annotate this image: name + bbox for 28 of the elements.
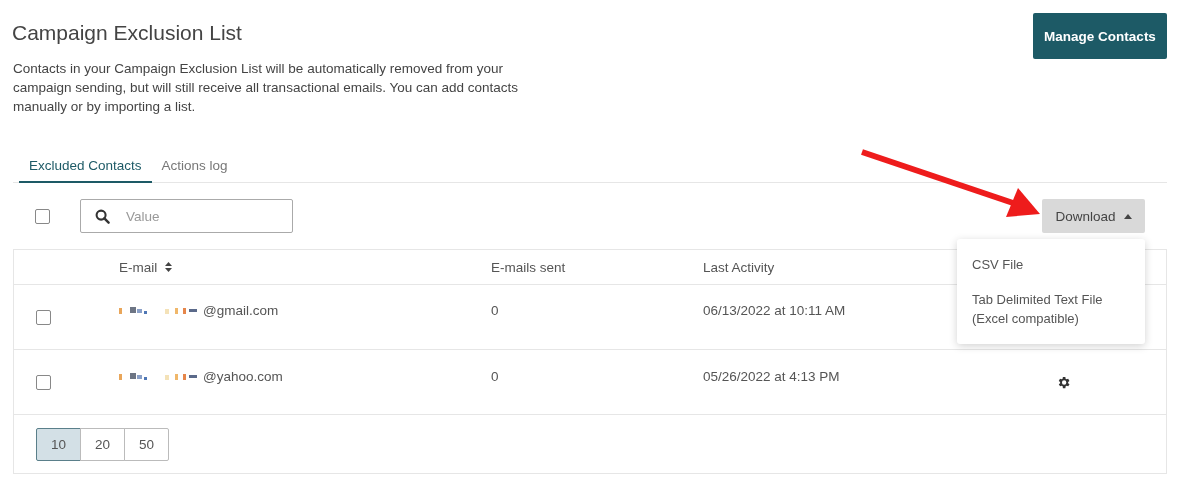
menu-item[interactable]: CSV File [957, 247, 1145, 282]
page-size-button[interactable]: 20 [80, 427, 125, 461]
tab[interactable]: Excluded Contacts [19, 152, 152, 183]
download-button[interactable]: Download [1042, 199, 1145, 233]
page-description: Contacts in your Campaign Exclusion List will be automatically removed from your campaign sending, but will still receive all transactional emails. You can add contacts manually or by importing a list. [13, 60, 520, 116]
search-field[interactable]: Value [80, 199, 293, 233]
page-size-button[interactable]: 10 [36, 427, 81, 461]
column-header: Last Activity [703, 259, 775, 275]
search-icon [95, 208, 110, 224]
last-activity-date: 05/26/2022 at 4:13 PM [703, 368, 840, 384]
page-title: Campaign Exclusion List [12, 21, 243, 45]
tab[interactable]: Actions log [151, 152, 238, 183]
email-address: @gmail.com [203, 302, 279, 318]
sort-icon[interactable] [165, 262, 173, 272]
settings-icon[interactable] [1056, 374, 1071, 390]
emails-sent-count: 0 [491, 302, 499, 318]
select-all-checkbox[interactable] [35, 208, 50, 224]
column-header: E-mails sent [491, 259, 566, 275]
column-header[interactable]: E-mail [119, 259, 158, 275]
caret-icon [1123, 213, 1132, 219]
manage-contacts-button[interactable]: Manage Contacts [1033, 13, 1167, 59]
last-activity-date: 06/13/2022 at 10:11 AM [703, 302, 846, 318]
row-checkbox[interactable] [36, 309, 51, 325]
emails-sent-count: 0 [491, 368, 499, 384]
menu-item[interactable]: Tab Delimited Text File (Excel compatible) [957, 282, 1145, 336]
page-size-button[interactable]: 50 [124, 427, 169, 461]
row-checkbox[interactable] [36, 374, 51, 390]
email-address: @yahoo.com [203, 368, 283, 384]
